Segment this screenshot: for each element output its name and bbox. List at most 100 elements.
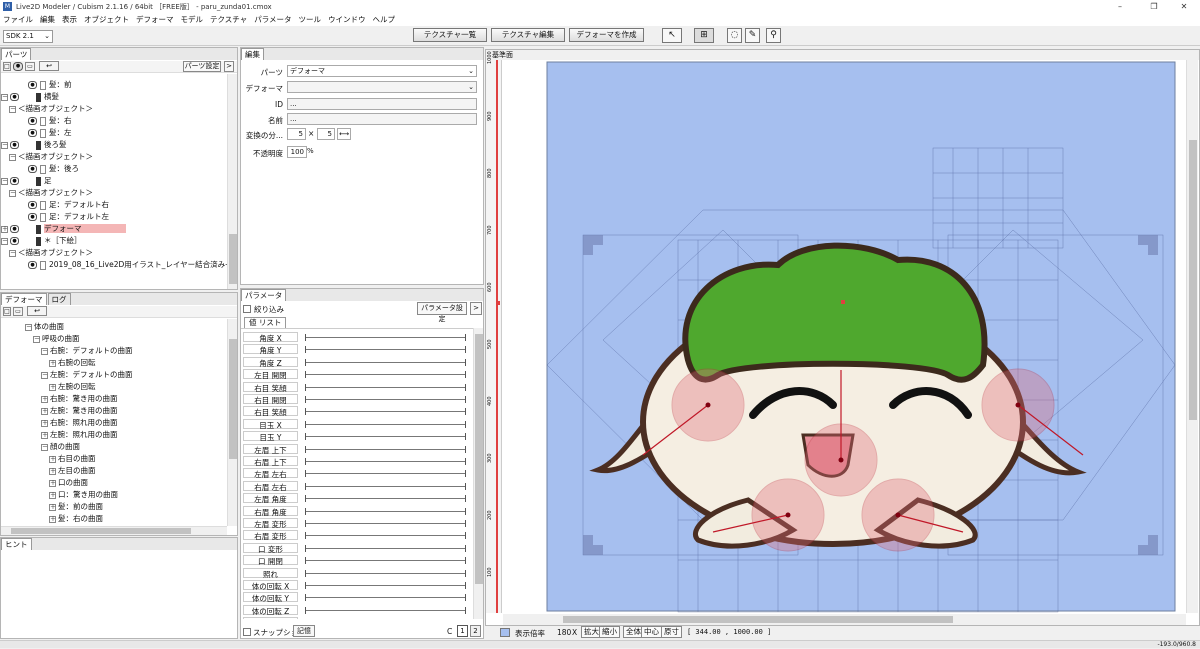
expand-icon[interactable]: ＋ — [49, 479, 56, 487]
collapse-icon[interactable]: － — [33, 335, 40, 343]
snapshot-checkbox[interactable] — [243, 628, 251, 636]
lock-icon[interactable]: □ — [3, 307, 11, 316]
menu-deformer[interactable]: デフォーマ — [136, 14, 174, 25]
tree-row[interactable]: ● 髪：前 — [1, 79, 72, 91]
parameter-slider[interactable] — [305, 473, 465, 475]
tree-row[interactable]: －左腕：デフォルトの曲面 — [41, 369, 133, 381]
parameter-slider[interactable] — [305, 374, 465, 376]
parameter-row[interactable]: 口 開閉 — [243, 555, 471, 566]
parameter-scrollbar[interactable] — [473, 328, 483, 619]
parameter-slider[interactable] — [305, 510, 465, 512]
parameter-slider[interactable] — [305, 523, 465, 524]
parameter-slider[interactable] — [305, 399, 465, 400]
parameter-row[interactable]: 照れ — [243, 567, 471, 579]
close-button[interactable]: ✕ — [1168, 0, 1200, 13]
undo-icon[interactable]: ↩ — [39, 61, 59, 71]
scrollbar-thumb[interactable] — [475, 334, 483, 584]
expand-icon[interactable]: ＋ — [49, 455, 56, 463]
collapse-icon[interactable]: － — [9, 153, 16, 161]
eye-icon[interactable]: ● — [28, 81, 37, 89]
parameter-slider[interactable] — [305, 597, 465, 599]
ruler-handle[interactable] — [496, 301, 500, 305]
expand-icon[interactable]: ＋ — [49, 359, 56, 367]
page-2-button[interactable]: 2 — [470, 625, 481, 637]
menu-texture[interactable]: テクスチャ — [210, 14, 247, 25]
scrollbar-thumb[interactable] — [1189, 140, 1197, 420]
parameter-slider[interactable] — [305, 411, 465, 413]
parameter-slider[interactable] — [305, 609, 465, 611]
maximize-button[interactable]: ❐ — [1138, 0, 1170, 13]
narrow-checkbox[interactable] — [243, 305, 251, 313]
sdk-select[interactable]: SDK 2.1 ⌄ — [3, 30, 53, 43]
tree-row[interactable]: ＋髪：右の曲面 — [49, 513, 103, 525]
parameter-slider[interactable] — [305, 423, 465, 425]
scrollbar-thumb[interactable] — [229, 234, 237, 284]
parameter-slider[interactable] — [305, 498, 465, 500]
scrollbar-thumb[interactable] — [229, 339, 237, 459]
parameter-settings-button[interactable]: パラメータ設定 — [417, 302, 467, 323]
tree-row[interactable]: ＋左腕：驚き用の曲面 — [41, 405, 118, 417]
eye-icon[interactable]: ● — [28, 117, 37, 125]
parameter-slider[interactable] — [305, 461, 465, 462]
menu-tools[interactable]: ツール — [298, 14, 321, 25]
parameter-row[interactable]: 左眉 変形 — [243, 518, 471, 529]
id-field[interactable]: ... — [287, 98, 477, 110]
name-field[interactable]: ... — [287, 113, 477, 125]
tree-row[interactable]: ＋右腕の回転 — [49, 357, 96, 369]
parameter-slider[interactable] — [305, 349, 465, 351]
parameter-menu-button[interactable]: > — [470, 302, 482, 315]
expand-icon[interactable]: ＋ — [49, 503, 56, 511]
division-x-field[interactable]: 5 — [287, 128, 306, 140]
parameter-row[interactable]: 目玉 X — [243, 418, 471, 430]
tab-parameter[interactable]: パラメータ — [241, 289, 287, 301]
page-1-button[interactable]: 1 — [457, 625, 468, 637]
collapse-icon[interactable]: － — [41, 443, 48, 451]
parameter-slider[interactable] — [305, 337, 465, 338]
eye-icon[interactable]: ● — [10, 93, 19, 101]
expand-icon[interactable]: ＋ — [41, 431, 48, 439]
parameter-slider[interactable] — [305, 572, 465, 574]
parameter-row[interactable]: 体の回転 Y — [243, 592, 471, 603]
tree-row[interactable]: ● 髪：左 — [1, 127, 72, 139]
tree-row[interactable]: －右腕：デフォルトの曲面 — [41, 345, 133, 357]
eye-icon[interactable]: ● — [28, 201, 37, 209]
cursor-icon[interactable]: ↖ — [662, 28, 682, 43]
tree-row[interactable]: ＋右目の曲面 — [49, 453, 96, 465]
model-canvas[interactable] — [503, 60, 1184, 615]
record-button[interactable]: 記憶 — [293, 625, 315, 637]
tree-row[interactable]: －呼吸の曲面 — [33, 333, 80, 345]
tab-deformer[interactable]: デフォーマ — [1, 293, 47, 305]
eye-icon[interactable]: ● — [28, 261, 37, 269]
expand-icon[interactable]: ＋ — [41, 407, 48, 415]
eye-icon[interactable]: ● — [28, 165, 37, 173]
collapse-icon[interactable]: － — [1, 141, 8, 149]
parameter-row[interactable]: 角度 X — [243, 332, 471, 343]
expand-icon[interactable]: ＋ — [49, 515, 56, 523]
deformer-select[interactable]: ⌄ — [287, 81, 477, 93]
parameter-row[interactable]: 左目 開閉 — [243, 369, 471, 380]
undo-icon[interactable]: ↩ — [27, 306, 47, 316]
actual-size-button[interactable]: 原寸 — [661, 626, 682, 638]
eye-icon[interactable]: ● — [28, 129, 37, 137]
parameter-row[interactable]: 右目 開閉 — [243, 394, 471, 405]
tree-row[interactable]: ＋左腕の回転 — [49, 381, 96, 393]
parameter-row[interactable]: 左眉 左右 — [243, 468, 471, 479]
expand-icon[interactable]: ＋ — [41, 419, 48, 427]
menu-window[interactable]: ウインドウ — [328, 14, 366, 25]
folder-icon[interactable]: ▭ — [25, 62, 35, 71]
parameter-row[interactable]: 左眉 上下 — [243, 443, 471, 455]
tree-row[interactable]: －＜描画オブジェクト＞ — [9, 151, 93, 163]
tree-row[interactable]: －＜描画オブジェクト＞ — [9, 103, 93, 115]
menu-help[interactable]: ヘルプ — [372, 14, 395, 25]
collapse-icon[interactable]: － — [9, 189, 16, 197]
lasso-icon[interactable]: ◌ — [727, 28, 742, 43]
texture-edit-button[interactable]: テクスチャ編集 — [491, 28, 565, 42]
tree-row[interactable]: ＋口の曲面 — [49, 477, 88, 489]
tree-row[interactable]: ● 髪：右 — [1, 115, 72, 127]
parameter-slider[interactable] — [305, 361, 465, 363]
menu-object[interactable]: オブジェクト — [84, 14, 129, 25]
canvas-hscrollbar[interactable] — [503, 614, 1186, 625]
collapse-icon[interactable]: － — [41, 371, 48, 379]
parameter-row[interactable]: 角度 Y — [243, 344, 471, 355]
tree-row[interactable]: － ● 横髪 — [1, 91, 59, 103]
